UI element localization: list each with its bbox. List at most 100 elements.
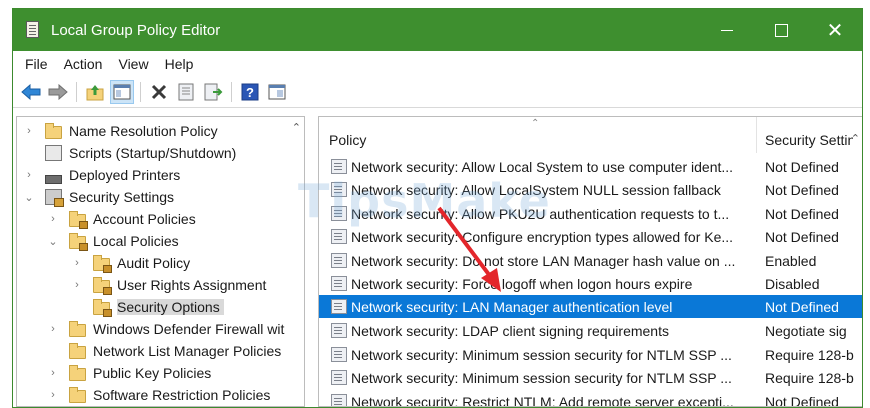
chevron-right-icon[interactable]: ›: [47, 367, 59, 379]
policy-row[interactable]: Network security: Do not store LAN Manag…: [319, 249, 862, 272]
tree-item-label: User Rights Assignment: [117, 277, 267, 293]
tree-item-label: Scripts (Startup/Shutdown): [69, 145, 237, 161]
folder-icon: [69, 342, 86, 359]
column-header-policy[interactable]: Policy: [329, 132, 366, 148]
close-button[interactable]: ✕: [808, 9, 862, 51]
console-view-icon[interactable]: [265, 80, 289, 104]
toolbar: ?: [13, 76, 862, 108]
policy-row[interactable]: Network security: Minimum session securi…: [319, 366, 862, 389]
policy-icon: [331, 370, 347, 385]
chevron-right-icon[interactable]: ›: [47, 323, 59, 335]
chevron-right-icon[interactable]: ›: [71, 279, 83, 291]
policy-setting: Not Defined: [765, 158, 839, 175]
tree-item-user-rights-assignment[interactable]: › User Rights Assignment: [71, 274, 266, 296]
chevron-right-icon[interactable]: ›: [47, 213, 59, 225]
policy-name: Network security: Minimum session securi…: [351, 369, 732, 386]
tree-item-label: Network List Manager Policies: [93, 343, 282, 359]
policy-name: Network security: LDAP client signing re…: [351, 322, 669, 339]
svg-text:?: ?: [246, 85, 254, 100]
annotation-arrow-icon: [437, 206, 501, 292]
script-icon: [45, 145, 62, 161]
chevron-right-icon[interactable]: ›: [71, 257, 83, 269]
policy-icon: [331, 347, 347, 362]
back-arrow-icon[interactable]: [19, 80, 43, 104]
policy-setting: Not Defined: [765, 228, 839, 245]
tree-item-name-resolution-policy[interactable]: › Name Resolution Policy: [23, 120, 218, 142]
policy-setting: Require 128-b: [765, 369, 854, 386]
lock-folder-icon: [93, 298, 112, 317]
tree-item-deployed-printers[interactable]: › Deployed Printers: [23, 164, 180, 186]
folder-icon: [45, 122, 62, 139]
folder-icon: [69, 364, 86, 381]
delete-icon[interactable]: [147, 80, 171, 104]
menu-action[interactable]: Action: [56, 56, 111, 72]
menu-view[interactable]: View: [110, 56, 156, 72]
policy-name: Network security: Configure encryption t…: [351, 228, 734, 245]
policy-setting: Enabled: [765, 252, 817, 269]
column-divider[interactable]: [756, 117, 757, 153]
tree-item-audit-policy[interactable]: › Audit Policy: [71, 252, 190, 274]
tree-item-public-key-policies[interactable]: › Public Key Policies: [47, 362, 211, 384]
tree-item-security-options[interactable]: Security Options: [71, 296, 224, 318]
toolbar-separator: [231, 81, 232, 102]
chevron-right-icon[interactable]: ›: [23, 125, 35, 137]
forward-arrow-icon[interactable]: [46, 80, 70, 104]
chevron-right-icon[interactable]: ›: [23, 169, 35, 181]
title-bar[interactable]: Local Group Policy Editor ✕: [13, 9, 862, 51]
policy-row[interactable]: Network security: Minimum session securi…: [319, 343, 862, 366]
policy-setting: Not Defined: [765, 298, 839, 315]
tree-item-network-list-manager[interactable]: Network List Manager Policies: [47, 340, 281, 362]
lock-folder-icon: [93, 276, 112, 295]
menu-file[interactable]: File: [17, 56, 56, 72]
scroll-up-icon[interactable]: ⌃: [851, 132, 860, 145]
policy-list[interactable]: ⌃ Policy Security Settin ⌃ Network secur…: [318, 116, 862, 407]
policy-name: Network security: Minimum session securi…: [351, 346, 732, 363]
minimize-button[interactable]: [700, 9, 754, 51]
up-folder-icon[interactable]: [83, 80, 107, 104]
policy-row[interactable]: Network security: Configure encryption t…: [319, 225, 862, 248]
policy-row-selected[interactable]: Network security: LAN Manager authentica…: [319, 295, 862, 318]
policy-setting: Require 128-b: [765, 346, 854, 363]
chevron-right-icon[interactable]: ›: [47, 389, 59, 401]
policy-row[interactable]: Network security: Restrict NTLM: Add rem…: [319, 390, 862, 407]
maximize-button[interactable]: [754, 9, 808, 51]
folder-icon: [69, 320, 86, 337]
tree-item-label: Deployed Printers: [69, 167, 181, 183]
policy-name: Network security: Force logoff when logo…: [351, 275, 693, 292]
tree-item-label: Security Options: [117, 299, 224, 315]
tree-item-label: Software Restriction Policies: [93, 387, 271, 403]
policy-row[interactable]: Network security: LDAP client signing re…: [319, 319, 862, 342]
security-settings-icon: [45, 189, 64, 207]
tree-item-scripts[interactable]: Scripts (Startup/Shutdown): [23, 142, 236, 164]
policy-row[interactable]: Network security: Force logoff when logo…: [319, 272, 862, 295]
menu-help[interactable]: Help: [157, 56, 202, 72]
chevron-down-icon[interactable]: ⌄: [47, 235, 59, 248]
chevron-down-icon[interactable]: ⌄: [23, 191, 35, 204]
policy-setting: Negotiate sig: [765, 322, 847, 339]
policy-setting: Not Defined: [765, 393, 839, 407]
policy-setting: Not Defined: [765, 181, 839, 198]
tree-item-local-policies[interactable]: ⌄ Local Policies: [47, 230, 179, 252]
lock-folder-icon: [69, 232, 88, 251]
tree-scrollbar[interactable]: ⌃: [287, 117, 304, 406]
tree-item-label: Name Resolution Policy: [69, 123, 218, 139]
column-header-security-setting[interactable]: Security Settin: [765, 132, 853, 148]
policy-name: Network security: LAN Manager authentica…: [351, 298, 673, 315]
scroll-up-icon[interactable]: ⌃: [292, 121, 301, 134]
export-list-icon[interactable]: [201, 80, 225, 104]
folder-icon: [69, 386, 86, 403]
properties-icon[interactable]: [174, 80, 198, 104]
policy-icon: [331, 159, 347, 174]
tree-item-account-policies[interactable]: › Account Policies: [47, 208, 196, 230]
policy-name: Network security: Allow Local System to …: [351, 158, 734, 175]
help-icon[interactable]: ?: [238, 80, 262, 104]
policy-icon: [331, 299, 347, 314]
tree-item-label: Public Key Policies: [93, 365, 212, 381]
tree-item-windows-defender-firewall[interactable]: › Windows Defender Firewall wit: [47, 318, 284, 340]
tree-item-label: Account Policies: [93, 211, 196, 227]
show-hide-tree-icon[interactable]: [110, 79, 134, 104]
console-tree[interactable]: › Name Resolution Policy Scripts (Startu…: [16, 116, 305, 407]
lock-folder-icon: [93, 254, 112, 273]
tree-item-security-settings[interactable]: ⌄ Security Settings: [23, 186, 174, 208]
tree-item-software-restriction[interactable]: › Software Restriction Policies: [47, 384, 270, 406]
